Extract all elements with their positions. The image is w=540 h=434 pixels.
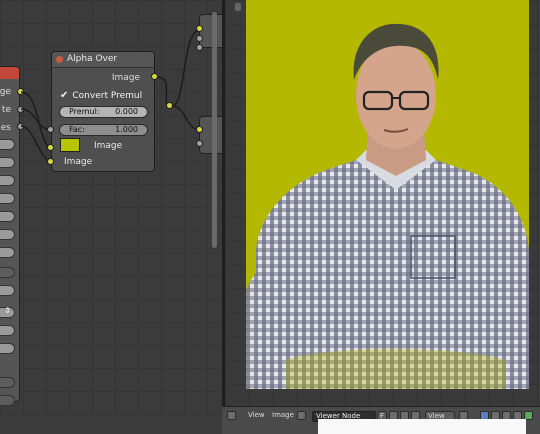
editor-type-icon[interactable] xyxy=(227,411,236,420)
right-partial-node[interactable] xyxy=(199,14,222,48)
premul-label: Premul: xyxy=(69,107,100,116)
convert-premul-checkbox[interactable]: ✔ Convert Premul xyxy=(60,90,142,101)
premul-field[interactable]: Premul: 0.000 xyxy=(59,106,148,118)
editor-scrollbar[interactable] xyxy=(212,12,217,248)
reroute-node[interactable] xyxy=(166,102,173,109)
node-title: Alpha Over xyxy=(67,54,118,64)
image-input-socket-2[interactable] xyxy=(47,158,54,165)
node-editor[interactable]: ge te es ⇕ Alpha Over Image ✔ Convert Pr… xyxy=(0,0,222,434)
alpha-over-node[interactable]: Alpha Over Image ✔ Convert Premul Premul:… xyxy=(51,51,155,172)
fac-field[interactable]: Fac: 1.000 xyxy=(59,124,148,136)
viewer-node-input-socket[interactable] xyxy=(196,140,203,147)
fac-input-socket[interactable] xyxy=(47,126,54,133)
alpha-over-output-socket[interactable] xyxy=(151,73,158,80)
viewer-node-input-socket[interactable] xyxy=(196,126,203,133)
viewer-scroll-handle[interactable] xyxy=(235,3,241,11)
fac-value: 1.000 xyxy=(115,125,138,134)
viewer-partial-node[interactable] xyxy=(199,116,222,154)
input-image-label-1: Image xyxy=(94,141,123,151)
convert-premul-label: Convert Premul xyxy=(72,91,143,101)
input-image-label-2: Image xyxy=(64,157,93,167)
image-viewer[interactable] xyxy=(225,0,540,406)
right-node-input-socket[interactable] xyxy=(196,44,203,51)
image-browse-icon[interactable] xyxy=(297,411,306,420)
alpha-over-header[interactable]: Alpha Over xyxy=(52,52,154,68)
collapse-icon[interactable] xyxy=(56,56,63,63)
person-photo xyxy=(246,0,529,389)
right-node-input-socket[interactable] xyxy=(196,35,203,42)
view-menu[interactable]: View xyxy=(248,411,265,419)
composited-image xyxy=(246,0,529,389)
fac-label: Fac: xyxy=(69,125,85,134)
node-editor-header xyxy=(0,418,222,434)
output-image-label: Image xyxy=(111,73,140,83)
checkmark-icon: ✔ xyxy=(60,90,69,101)
color-swatch[interactable] xyxy=(60,138,80,152)
image-menu[interactable]: Image xyxy=(272,411,294,419)
status-strip xyxy=(318,419,526,434)
premul-value: 0.000 xyxy=(115,107,138,116)
image-input-socket-1[interactable] xyxy=(47,144,54,151)
right-node-input-socket[interactable] xyxy=(196,25,203,32)
